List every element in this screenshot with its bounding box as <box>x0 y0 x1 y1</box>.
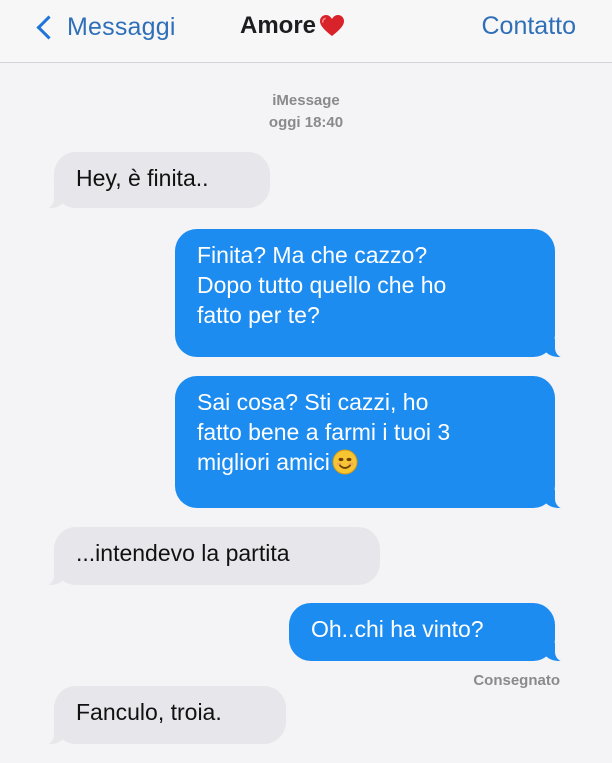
conversation-title: Amore <box>240 12 345 40</box>
message-text-line: Fanculo, troia. <box>76 699 222 725</box>
service-label: iMessage <box>272 92 340 109</box>
back-button[interactable]: Messaggi <box>36 10 176 44</box>
message-text-line: Dopo tutto quello che ho <box>197 272 447 298</box>
smiling-face-emoji-icon <box>332 449 358 475</box>
back-button-label: Messaggi <box>67 12 176 41</box>
message-text-line: ...intendevo la partita <box>76 540 290 566</box>
message-text-line: Sai cosa? Sti cazzi, ho <box>197 389 429 415</box>
incoming-message-bubble[interactable]: ...intendevo la partita <box>42 527 380 586</box>
messages-screen: Messaggi Amore Contatto iMessage oggi 18… <box>0 0 612 763</box>
message-text-line: Oh..chi ha vinto? <box>311 616 484 642</box>
outgoing-message-bubble[interactable]: Oh..chi ha vinto? <box>289 603 567 662</box>
message-text-line-with-emoji: migliori amici <box>197 447 533 477</box>
outgoing-message-bubble[interactable]: Finita? Ma che cazzo? Dopo tutto quello … <box>175 229 567 358</box>
message-text-line: fatto per te? <box>197 302 320 328</box>
incoming-message-bubble[interactable]: Hey, è finita.. <box>42 152 270 209</box>
chevron-left-icon <box>36 14 61 40</box>
message-text-line: Finita? Ma che cazzo? <box>197 242 428 268</box>
delivery-status: Consegnato <box>473 672 560 689</box>
contact-button[interactable]: Contatto <box>481 12 576 41</box>
thread-timestamp: oggi 18:40 <box>268 114 344 131</box>
message-text-line: Hey, è finita.. <box>76 165 209 191</box>
contact-name: Amore <box>240 12 317 39</box>
outgoing-message-bubble[interactable]: Sai cosa? Sti cazzi, ho fatto bene a far… <box>175 376 567 509</box>
incoming-message-bubble[interactable]: Fanculo, troia. <box>42 686 286 745</box>
message-text-line: fatto bene a farmi i tuoi 3 <box>197 419 451 445</box>
message-text-line: migliori amici <box>197 449 330 475</box>
navigation-bar: Messaggi Amore Contatto <box>0 0 612 63</box>
red-heart-icon <box>319 14 345 38</box>
